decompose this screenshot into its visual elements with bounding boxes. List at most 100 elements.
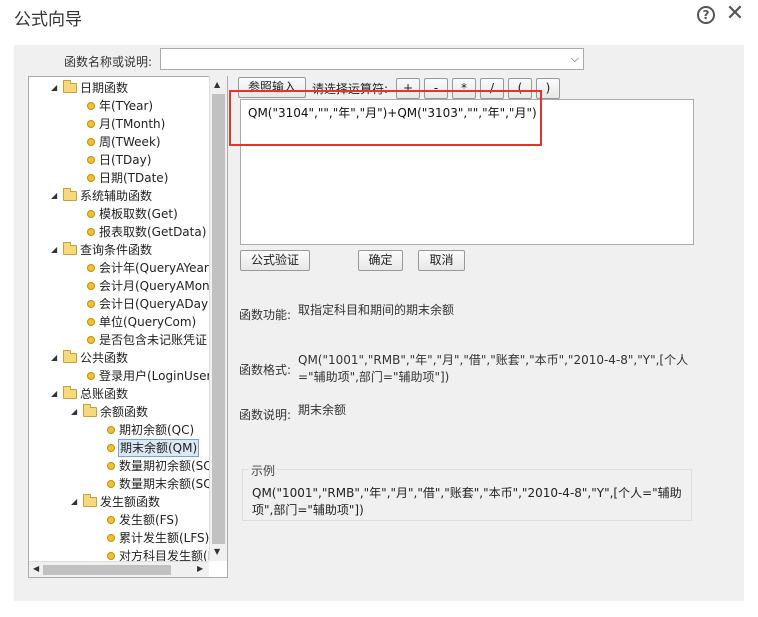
- expand-triangle-icon[interactable]: ◢: [51, 241, 57, 259]
- verify-formula-button[interactable]: 公式验证: [240, 250, 310, 271]
- close-icon[interactable]: ✕: [725, 2, 745, 26]
- tree-item-label: 日(TDay): [99, 153, 152, 167]
- tree-vertical-scrollbar[interactable]: ▲ ▼: [209, 76, 227, 561]
- tree-item-label: 发生额(FS): [119, 513, 179, 527]
- example-text: QM("1001","RMB","年","月","借","账套","本币","2…: [252, 486, 682, 517]
- function-dot-icon: [87, 318, 95, 326]
- tree-item[interactable]: 模板取数(Get): [29, 205, 227, 223]
- tree-item[interactable]: 累计发生额(LFS): [29, 529, 227, 547]
- tree-item-label: 报表取数(GetData): [99, 225, 207, 239]
- function-dot-icon: [87, 300, 95, 308]
- scroll-down-icon[interactable]: ▼: [214, 547, 220, 556]
- tree-group-common[interactable]: ◢ 公共函数: [29, 349, 227, 367]
- expand-triangle-icon[interactable]: ◢: [51, 187, 57, 205]
- tree-item-label: 会计年(QueryAYear): [99, 261, 214, 275]
- tree-group-label: 公共函数: [80, 351, 129, 365]
- tree-item-label: 日期(TDate): [99, 171, 169, 185]
- function-dot-icon: [87, 210, 95, 218]
- function-tree: ◢ 日期函数 年(TYear) 月(TMonth) 周(TWeek) 日(TDa…: [28, 76, 228, 578]
- function-description-value: 期末余额: [298, 403, 347, 417]
- function-search-select[interactable]: ⌵: [160, 48, 584, 70]
- tree-item-label: 周(TWeek): [99, 135, 161, 149]
- tree-group-system[interactable]: ◢ 系统辅助函数: [29, 187, 227, 205]
- expand-triangle-icon[interactable]: ◢: [51, 79, 57, 97]
- tree-item[interactable]: 日期(TDate): [29, 169, 227, 187]
- function-dot-icon: [107, 462, 115, 470]
- function-dot-icon: [87, 228, 95, 236]
- tree-group-query[interactable]: ◢ 查询条件函数: [29, 241, 227, 259]
- function-dot-icon: [107, 516, 115, 524]
- tree-item-label: 单位(QueryCom): [99, 315, 197, 329]
- tree-subgroup-amount[interactable]: ◢ 发生额函数: [29, 493, 227, 511]
- tree-item[interactable]: 单位(QueryCom): [29, 313, 227, 331]
- tree-item-label: 期初余额(QC): [119, 423, 195, 437]
- tree-item[interactable]: 登录用户(LoginUser): [29, 367, 227, 385]
- tree-item-label: 月(TMonth): [99, 117, 166, 131]
- expand-triangle-icon[interactable]: ◢: [71, 403, 77, 421]
- help-icon[interactable]: ?: [697, 6, 715, 24]
- function-dot-icon: [107, 552, 115, 560]
- tree-item[interactable]: 会计月(QueryAMonth): [29, 277, 227, 295]
- scroll-right-icon[interactable]: ▶: [197, 564, 203, 573]
- function-dot-icon: [87, 102, 95, 110]
- ok-button[interactable]: 确定: [358, 250, 403, 271]
- tree-group-date[interactable]: ◢ 日期函数: [29, 79, 227, 97]
- function-format-label: 函数格式:: [239, 363, 292, 377]
- function-dot-icon: [87, 372, 95, 380]
- folder-icon: [63, 386, 77, 399]
- window-title: 公式向导: [14, 10, 82, 30]
- expand-triangle-icon[interactable]: ◢: [71, 493, 77, 511]
- example-title: 示例: [249, 462, 278, 479]
- tree-item-label: 会计日(QueryADay): [99, 297, 213, 311]
- expand-triangle-icon[interactable]: ◢: [51, 385, 57, 403]
- function-dot-icon: [87, 264, 95, 272]
- tree-item[interactable]: 期初余额(QC): [29, 421, 227, 439]
- tree-item-label: 登录用户(LoginUser): [99, 369, 217, 383]
- tree-subgroup-balance[interactable]: ◢ 余额函数: [29, 403, 227, 421]
- function-dot-icon: [107, 480, 115, 488]
- tree-item[interactable]: 会计年(QueryAYear): [29, 259, 227, 277]
- folder-icon: [63, 80, 77, 93]
- tree-group-label: 日期函数: [80, 81, 129, 95]
- tree-item[interactable]: 周(TWeek): [29, 133, 227, 151]
- folder-icon: [63, 242, 77, 255]
- tree-item[interactable]: 报表取数(GetData): [29, 223, 227, 241]
- function-dot-icon: [87, 282, 95, 290]
- tree-item-selected[interactable]: 期末余额(QM): [29, 439, 227, 457]
- tree-item-label: 累计发生额(LFS): [119, 531, 210, 545]
- tree-item[interactable]: 数量期末余额(SQM): [29, 475, 227, 493]
- tree-group-label: 总账函数: [80, 387, 129, 401]
- tree-item[interactable]: 发生额(FS): [29, 511, 227, 529]
- function-purpose-value: 取指定科目和期间的期末余额: [298, 303, 455, 317]
- folder-icon: [83, 494, 97, 507]
- scroll-thumb[interactable]: [212, 94, 225, 544]
- function-dot-icon: [87, 120, 95, 128]
- tree-item[interactable]: 会计日(QueryADay): [29, 295, 227, 313]
- folder-icon: [63, 350, 77, 363]
- tree-item[interactable]: 是否包含未记账凭证: [29, 331, 227, 349]
- function-dot-icon: [107, 426, 115, 434]
- function-dot-icon: [107, 534, 115, 542]
- function-dot-icon: [107, 444, 115, 452]
- tree-item[interactable]: 数量期初余额(SQC): [29, 457, 227, 475]
- tree-item[interactable]: 月(TMonth): [29, 115, 227, 133]
- expand-triangle-icon[interactable]: ◢: [51, 349, 57, 367]
- tree-item[interactable]: 日(TDay): [29, 151, 227, 169]
- scroll-up-icon[interactable]: ▲: [214, 80, 220, 89]
- function-dot-icon: [87, 174, 95, 182]
- folder-icon: [83, 404, 97, 417]
- tree-group-label: 查询条件函数: [80, 243, 153, 257]
- chevron-down-icon: ⌵: [570, 52, 579, 65]
- tree-group-label: 系统辅助函数: [80, 189, 153, 203]
- tree-item[interactable]: 年(TYear): [29, 97, 227, 115]
- function-dot-icon: [87, 156, 95, 164]
- tree-item-label: 模板取数(Get): [99, 207, 178, 221]
- tree-group-label: 余额函数: [100, 405, 149, 419]
- function-description-label: 函数说明:: [239, 408, 292, 422]
- scroll-thumb[interactable]: [43, 565, 171, 575]
- scroll-left-icon[interactable]: ◀: [33, 564, 39, 573]
- tree-group-ledger[interactable]: ◢ 总账函数: [29, 385, 227, 403]
- cancel-button[interactable]: 取消: [418, 250, 465, 271]
- tree-horizontal-scrollbar[interactable]: ◀ ▶: [29, 561, 209, 577]
- highlight-annotation: [229, 90, 542, 146]
